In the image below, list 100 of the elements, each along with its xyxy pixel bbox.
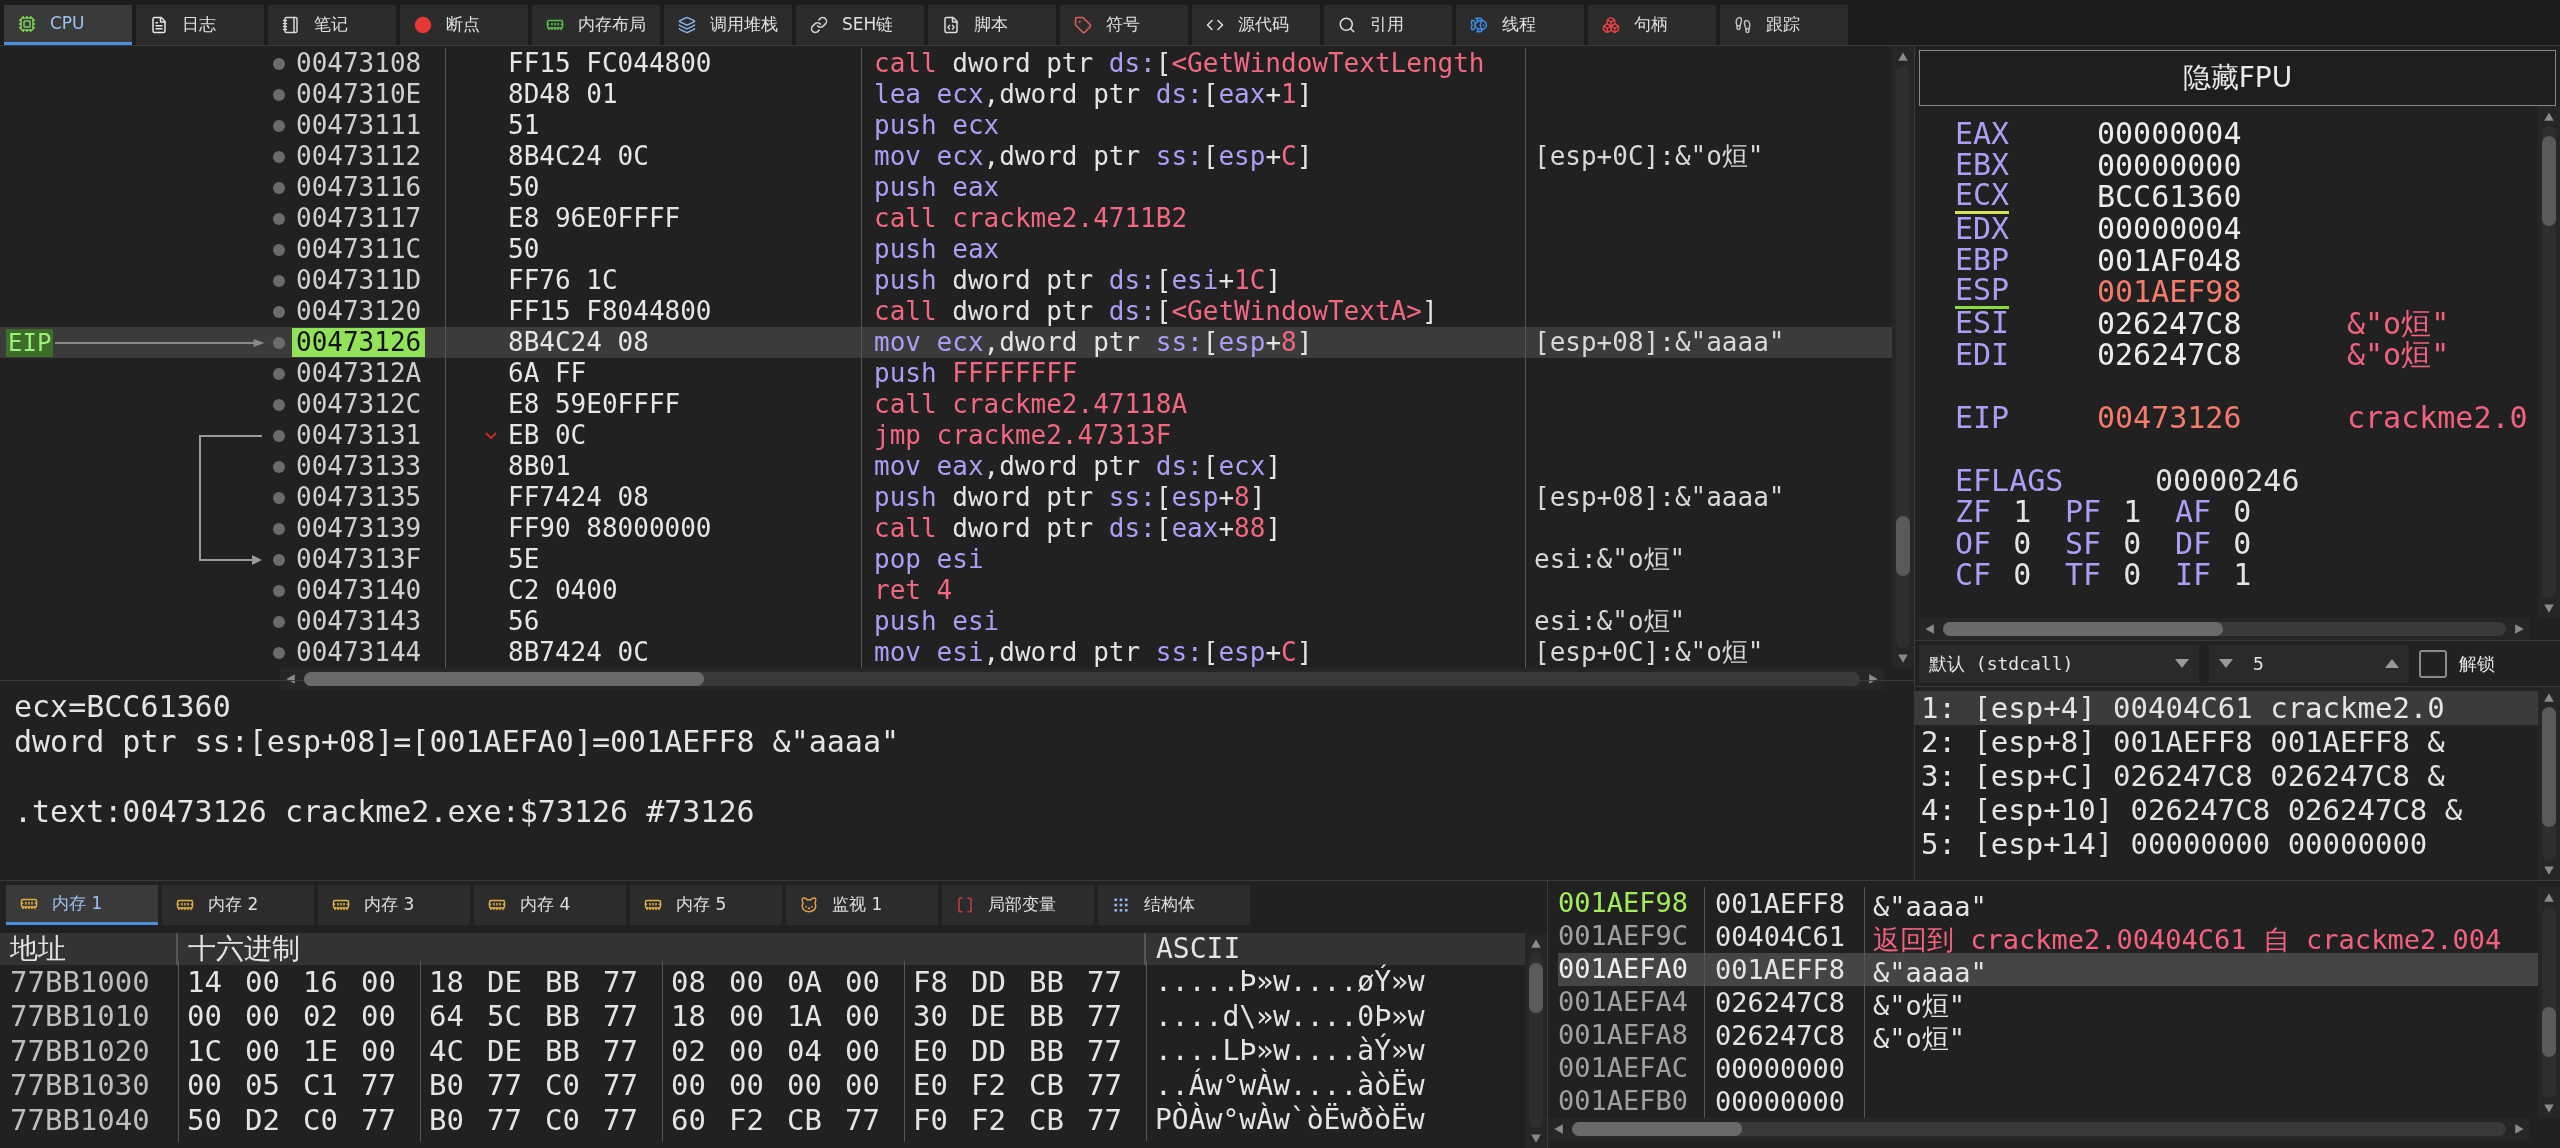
scroll-up-arrow-icon[interactable]: [1530, 937, 1542, 949]
tab[interactable]: SEH链: [796, 5, 924, 45]
breakpoint-marker-icon[interactable]: [272, 181, 285, 194]
memory-tab[interactable]: 内存 1: [6, 885, 158, 925]
vertical-scrollbar[interactable]: [2538, 106, 2560, 618]
tab[interactable]: 日志: [136, 5, 264, 45]
scroll-right-arrow-icon[interactable]: [2514, 1123, 2526, 1135]
instruction-cell: push FFFFFFFF: [874, 358, 1078, 389]
memory-tab[interactable]: 内存 3: [318, 885, 470, 925]
comment-cell-text: esi:&"o烜": [1534, 605, 1686, 638]
scrollbar-thumb[interactable]: [2542, 136, 2556, 226]
memory-tab[interactable]: 内存 5: [630, 885, 782, 925]
column-header[interactable]: 地址: [0, 933, 178, 965]
breakpoint-marker-icon[interactable]: [272, 429, 285, 442]
breakpoint-marker-icon[interactable]: [272, 274, 285, 287]
breakpoint-marker-icon[interactable]: [272, 615, 285, 628]
scrollbar-thumb[interactable]: [1896, 516, 1910, 576]
scroll-down-arrow-icon[interactable]: [2543, 1102, 2555, 1114]
tab[interactable]: 跟踪: [1720, 5, 1848, 45]
scrollbar-thumb[interactable]: [1529, 963, 1543, 1013]
boxes-icon: [1602, 16, 1620, 34]
argument-row[interactable]: 1: [esp+4] 00404C61 crackme2.0: [1915, 691, 2538, 725]
scroll-down-arrow-icon[interactable]: [1897, 652, 1909, 664]
breakpoint-marker-icon[interactable]: [272, 88, 285, 101]
scroll-left-arrow-icon[interactable]: [1552, 1123, 1564, 1135]
breakpoint-marker-icon[interactable]: [272, 336, 285, 349]
stack-comment-cell: 返回到 crackme2.00404C61 自 crackme2.004: [1873, 924, 2502, 955]
breakpoint-marker-icon[interactable]: [272, 119, 285, 132]
tab[interactable]: 引用: [1324, 5, 1452, 45]
scrollbar-thumb[interactable]: [304, 672, 704, 686]
vertical-scrollbar[interactable]: [1892, 46, 1914, 668]
breakpoint-marker-icon[interactable]: [272, 553, 285, 566]
argument-row[interactable]: 2: [esp+8] 001AEFF8 001AEFF8 &: [1915, 725, 2538, 759]
memory-tab[interactable]: 局部变量: [942, 885, 1094, 925]
breakpoint-marker-icon[interactable]: [272, 460, 285, 473]
breakpoint-marker-icon[interactable]: [272, 367, 285, 380]
horizontal-scrollbar[interactable]: [1548, 1118, 2530, 1140]
scroll-up-arrow-icon[interactable]: [2543, 891, 2555, 903]
memory-tab[interactable]: 结构体: [1098, 885, 1250, 925]
increment-arrow-icon[interactable]: [2385, 659, 2399, 668]
instruction-cell: push ecx: [874, 110, 1000, 141]
tab[interactable]: 脚本: [928, 5, 1056, 45]
tab[interactable]: 内存布局: [532, 5, 660, 45]
vertical-scrollbar[interactable]: [1525, 933, 1547, 1148]
scrollbar-thumb[interactable]: [1943, 622, 2223, 636]
chip-icon: [18, 14, 36, 33]
breakpoint-marker-icon[interactable]: [272, 491, 285, 504]
scroll-down-arrow-icon[interactable]: [2543, 864, 2555, 876]
breakpoint-marker-icon[interactable]: [272, 150, 285, 163]
calling-convention-dropdown[interactable]: 默认 (stdcall): [1919, 644, 2199, 683]
breakpoint-marker-icon[interactable]: [272, 212, 285, 225]
tab[interactable]: 句柄: [1588, 5, 1716, 45]
argument-row[interactable]: 4: [esp+10] 026247C8 026247C8 &: [1915, 793, 2538, 827]
tab[interactable]: 符号: [1060, 5, 1188, 45]
breakpoint-marker-icon[interactable]: [272, 522, 285, 535]
argument-count-spinbox[interactable]: 5: [2209, 644, 2409, 683]
scroll-down-arrow-icon[interactable]: [2543, 602, 2555, 614]
horizontal-scrollbar[interactable]: [1919, 618, 2530, 640]
register-value[interactable]: 00473126: [2097, 395, 2242, 441]
scroll-up-arrow-icon[interactable]: [1897, 50, 1909, 62]
argument-row[interactable]: 5: [esp+14] 00000000 00000000: [1915, 827, 2538, 861]
breakpoint-marker-icon[interactable]: [272, 57, 285, 70]
scrollbar-thumb[interactable]: [1572, 1122, 1742, 1136]
tab[interactable]: 源代码: [1192, 5, 1320, 45]
horizontal-scrollbar[interactable]: [280, 668, 1884, 690]
scroll-right-arrow-icon[interactable]: [2514, 623, 2526, 635]
instruction-cell: call crackme2.47118A: [874, 389, 1188, 420]
vertical-scrollbar[interactable]: [2538, 887, 2560, 1118]
selected-row-highlight[interactable]: 001AEFA0 001AEFF8 &"aaaa": [1558, 953, 2538, 986]
vertical-scrollbar[interactable]: [2538, 687, 2560, 880]
tab[interactable]: 线程: [1456, 5, 1584, 45]
decrement-arrow-icon[interactable]: [2219, 659, 2233, 668]
tab[interactable]: 断点: [400, 5, 528, 45]
scrollbar-thumb[interactable]: [2542, 1007, 2556, 1057]
memory-tab[interactable]: 内存 4: [474, 885, 626, 925]
instruction-cell: mov ecx,dword ptr ss:[esp+C]: [874, 141, 1313, 172]
tab[interactable]: CPU: [4, 5, 132, 45]
tab[interactable]: 调用堆栈: [664, 5, 792, 45]
scroll-down-arrow-icon[interactable]: [1530, 1132, 1542, 1144]
scroll-up-arrow-icon[interactable]: [2543, 110, 2555, 122]
scroll-right-arrow-icon[interactable]: [1868, 673, 1880, 685]
memory-tab[interactable]: 内存 2: [162, 885, 314, 925]
breakpoint-marker-icon[interactable]: [272, 646, 285, 659]
hide-fpu-button[interactable]: 隐藏FPU: [1919, 50, 2556, 106]
breakpoint-marker-icon[interactable]: [272, 584, 285, 597]
breakpoint-marker-icon[interactable]: [272, 398, 285, 411]
argument-row[interactable]: 3: [esp+C] 026247C8 026247C8 &: [1915, 759, 2538, 793]
scroll-up-arrow-icon[interactable]: [2543, 691, 2555, 703]
stack-address-cell-text: 001AEFA0: [1558, 952, 1690, 987]
breakpoint-marker-icon[interactable]: [272, 243, 285, 256]
column-header[interactable]: 十六进制: [178, 933, 1146, 965]
breakpoint-marker-icon[interactable]: [272, 305, 285, 318]
unlock-checkbox[interactable]: [2419, 649, 2447, 678]
selected-row-highlight[interactable]: EIP 00473126 8B4C24 08 mov ecx,dword ptr ss:[esp+8] [esp+08]:&"aaaa": [0, 327, 1892, 358]
bytes-cell-text: 50: [508, 171, 540, 204]
scroll-left-arrow-icon[interactable]: [284, 673, 296, 685]
scroll-left-arrow-icon[interactable]: [1923, 623, 1935, 635]
scrollbar-thumb[interactable]: [2542, 707, 2556, 827]
memory-tab[interactable]: 监视 1: [786, 885, 938, 925]
tab[interactable]: 笔记: [268, 5, 396, 45]
